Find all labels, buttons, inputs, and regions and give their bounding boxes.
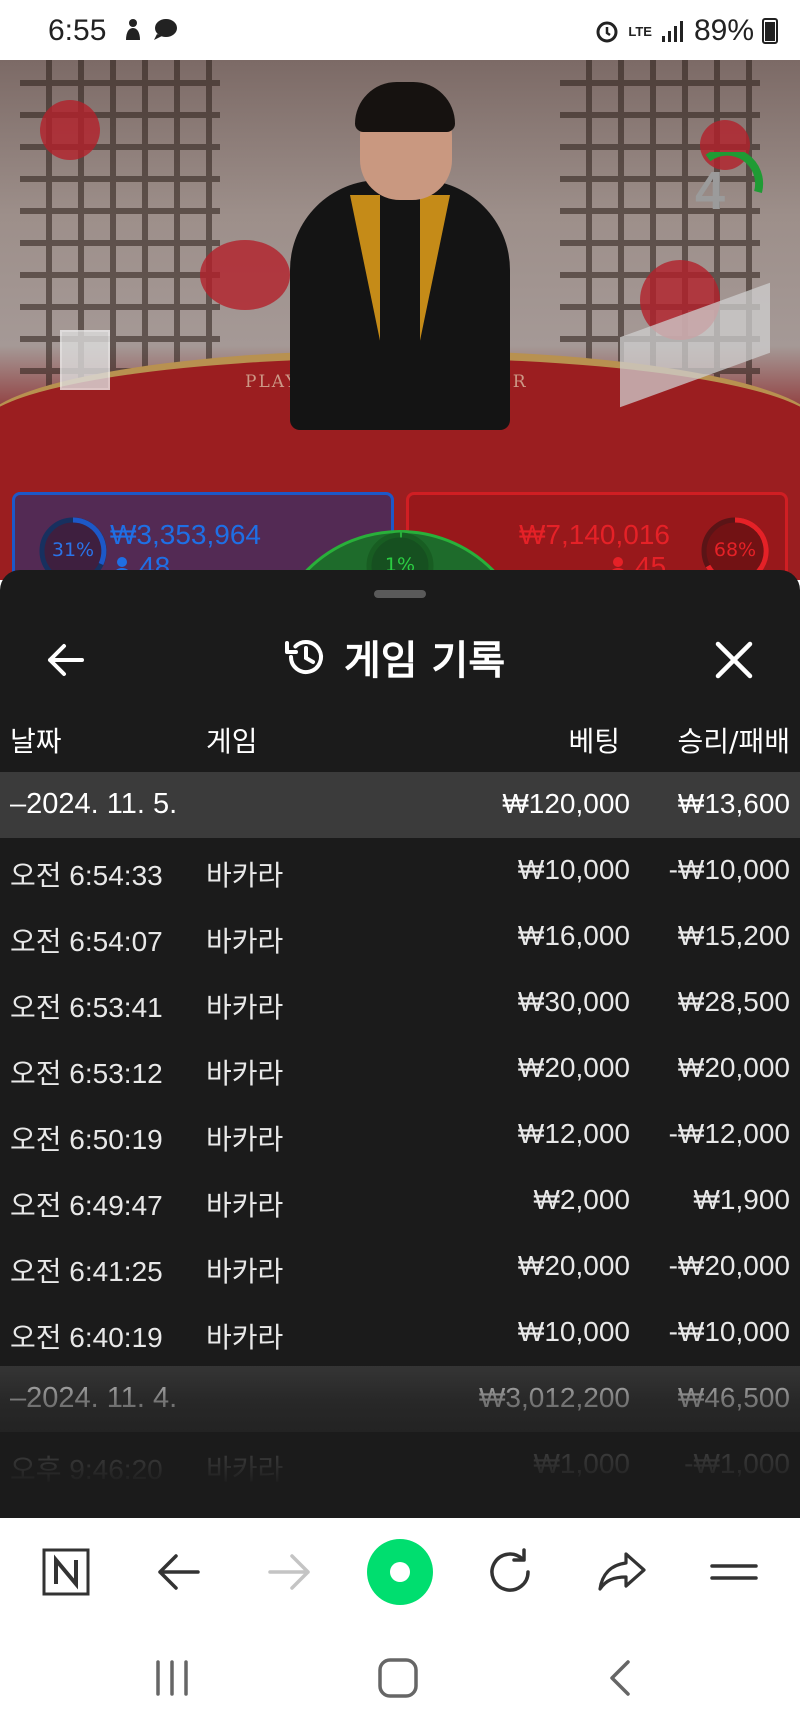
- menu-icon[interactable]: [704, 1542, 764, 1602]
- row-win-loss: ₩15,200: [677, 920, 790, 951]
- row-time: 오전 6:40:19: [10, 1322, 163, 1353]
- row-time: 오전 6:54:33: [10, 860, 163, 891]
- group-date: 2024. 11. 5.: [26, 788, 178, 820]
- row-time: 오전 6:50:19: [10, 1124, 163, 1155]
- row-game: 바카라: [206, 1124, 284, 1155]
- row-bet: ₩2,000: [533, 1184, 631, 1215]
- row-time: 오후 9:46:20: [10, 1454, 163, 1485]
- table-row[interactable]: 오전 6:41:25 바카라 ₩20,000 -₩20,000: [0, 1234, 800, 1300]
- alarm-icon: [596, 21, 618, 43]
- row-game: 바카라: [206, 1256, 284, 1287]
- battery-icon: [762, 18, 778, 44]
- share-icon[interactable]: [592, 1542, 652, 1602]
- row-game: 바카라: [206, 1322, 284, 1353]
- row-time: 오전 6:49:47: [10, 1190, 163, 1221]
- banker-percent: 68%: [713, 539, 757, 561]
- table-row[interactable]: 오후 9:46:20 바카라 ₩1,000 -₩1,000: [0, 1432, 800, 1498]
- row-win-loss: ₩20,000: [677, 1052, 790, 1083]
- row-bet: ₩12,000: [517, 1118, 630, 1149]
- table-row[interactable]: 오전 6:49:47 바카라 ₩2,000 ₩1,900: [0, 1168, 800, 1234]
- table-row[interactable]: 오전 6:54:07 바카라 ₩16,000 ₩15,200: [0, 904, 800, 970]
- row-time: 오전 6:53:12: [10, 1058, 163, 1089]
- row-game: 바카라: [206, 926, 284, 957]
- row-bet: ₩30,000: [517, 986, 630, 1017]
- table-row[interactable]: 오전 6:53:12 바카라 ₩20,000 ₩20,000: [0, 1036, 800, 1102]
- row-bet: ₩10,000: [517, 1316, 630, 1347]
- date-group-label: –2024. 11. 4.: [10, 1382, 177, 1415]
- chat-bubble-icon: [154, 19, 177, 40]
- row-bet: ₩20,000: [517, 1052, 630, 1083]
- row-bet: ₩1,000: [533, 1448, 631, 1479]
- row-bet: ₩10,000: [517, 854, 630, 885]
- table-row[interactable]: 오전 6:40:19 바카라 ₩10,000 -₩10,000: [0, 1300, 800, 1366]
- player-percent: 31%: [51, 539, 95, 561]
- browser-toolbar: [0, 1518, 800, 1626]
- back-button[interactable]: [38, 632, 94, 688]
- live-game-video[interactable]: PLAYER BANKER 4 31% ₩3,353,964 48 ₩7,140…: [0, 60, 800, 580]
- close-icon: [715, 641, 753, 679]
- countdown-timer: 4: [694, 161, 726, 221]
- row-game: 바카라: [206, 860, 284, 891]
- sheet-header: 게임 기록: [0, 610, 800, 710]
- card-shoe: [60, 330, 110, 390]
- game-history-sheet: 게임 기록 날짜 게임 베팅 승리/패배 –2024. 11. 5. ₩120,0…: [0, 570, 800, 1520]
- player-bet-amount: ₩3,353,964: [110, 519, 261, 550]
- recent-apps-icon[interactable]: [150, 1656, 194, 1700]
- history-icon: [285, 640, 323, 674]
- column-header-game: 게임: [206, 725, 258, 758]
- column-header-win-loss: 승리/패배: [677, 725, 790, 758]
- home-icon[interactable]: [374, 1654, 422, 1702]
- drag-handle[interactable]: [374, 590, 426, 598]
- row-game: 바카라: [206, 1058, 284, 1089]
- forward-arrow-icon[interactable]: [260, 1542, 320, 1602]
- notification-figure-icon: [126, 19, 140, 40]
- row-time: 오전 6:54:07: [10, 926, 163, 957]
- group-total-bet: ₩120,000: [502, 788, 630, 819]
- row-time: 오전 6:41:25: [10, 1256, 163, 1287]
- row-win-loss: -₩20,000: [668, 1250, 790, 1281]
- row-bet: ₩16,000: [517, 920, 630, 951]
- collapse-toggle-icon: –: [10, 1382, 27, 1414]
- network-type: LTE: [628, 23, 652, 39]
- row-win-loss: -₩1,000: [684, 1448, 790, 1479]
- row-game: 바카라: [206, 1454, 284, 1485]
- row-time: 오전 6:53:41: [10, 992, 163, 1023]
- table-row[interactable]: 오전 6:53:41 바카라 ₩30,000 ₩28,500: [0, 970, 800, 1036]
- sheet-title: 게임 기록: [344, 638, 506, 684]
- banker-bet-amount: ₩7,140,016: [519, 519, 670, 550]
- status-bar: 6:55 LTE 89%: [0, 0, 800, 60]
- row-win-loss: -₩12,000: [668, 1118, 790, 1149]
- close-button[interactable]: [706, 632, 762, 688]
- naver-home-icon[interactable]: [36, 1542, 96, 1602]
- row-win-loss: ₩1,900: [693, 1184, 791, 1215]
- date-group-row[interactable]: –2024. 11. 4. ₩3,012,200 ₩46,500: [0, 1366, 800, 1432]
- collapse-toggle-icon: –: [10, 788, 27, 820]
- battery-percent: 89%: [693, 14, 754, 47]
- row-game: 바카라: [206, 1190, 284, 1221]
- group-total-bet: ₩3,012,200: [479, 1382, 630, 1413]
- signal-icon: [661, 21, 683, 42]
- back-arrow-icon[interactable]: [148, 1542, 208, 1602]
- date-group-label: –2024. 11. 5.: [10, 788, 177, 821]
- refresh-icon[interactable]: [480, 1542, 540, 1602]
- system-navigation-bar: [0, 1626, 800, 1734]
- group-total-win-loss: ₩13,600: [677, 788, 790, 819]
- row-win-loss: -₩10,000: [668, 1316, 790, 1347]
- column-header-bet: 베팅: [568, 725, 620, 758]
- group-date: 2024. 11. 4.: [26, 1382, 178, 1414]
- column-header-date: 날짜: [10, 725, 62, 758]
- table-row[interactable]: 오전 6:50:19 바카라 ₩12,000 -₩12,000: [0, 1102, 800, 1168]
- row-win-loss: ₩28,500: [677, 986, 790, 1017]
- row-bet: ₩20,000: [517, 1250, 630, 1281]
- green-dot-icon[interactable]: [366, 1538, 434, 1606]
- group-total-win-loss: ₩46,500: [677, 1382, 790, 1413]
- date-group-row[interactable]: –2024. 11. 5. ₩120,000 ₩13,600: [0, 772, 800, 838]
- row-win-loss: -₩10,000: [668, 854, 790, 885]
- table-row[interactable]: 오전 6:54:33 바카라 ₩10,000 -₩10,000: [0, 838, 800, 904]
- arrow-left-icon: [48, 644, 84, 676]
- back-icon[interactable]: [600, 1656, 644, 1700]
- status-time: 6:55: [48, 14, 107, 47]
- row-game: 바카라: [206, 992, 284, 1023]
